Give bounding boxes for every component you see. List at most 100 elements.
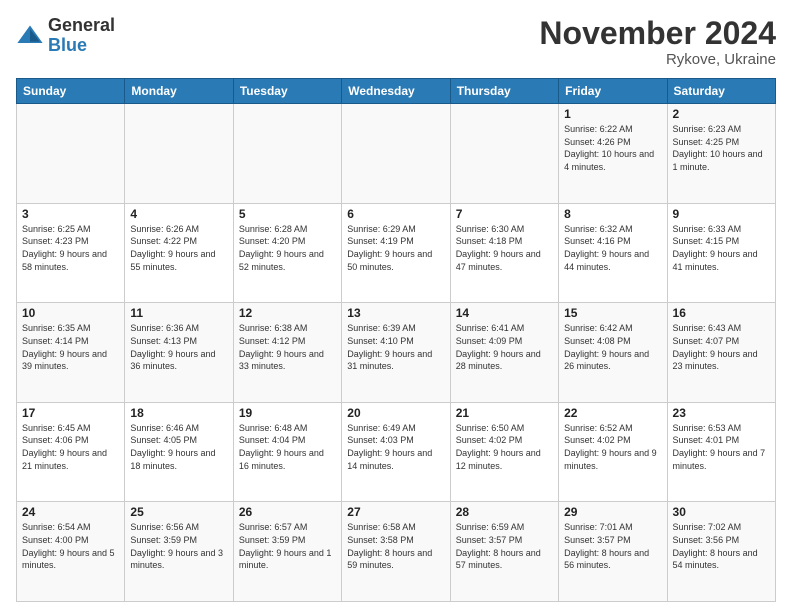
day-cell: 16 Sunrise: 6:43 AMSunset: 4:07 PMDayligh… (667, 303, 775, 403)
day-info: Sunrise: 6:32 AMSunset: 4:16 PMDaylight:… (564, 223, 661, 273)
day-number: 16 (673, 306, 770, 320)
day-info: Sunrise: 6:33 AMSunset: 4:15 PMDaylight:… (673, 223, 770, 273)
day-info: Sunrise: 6:38 AMSunset: 4:12 PMDaylight:… (239, 322, 336, 372)
day-number: 25 (130, 505, 227, 519)
day-number: 17 (22, 406, 119, 420)
day-info: Sunrise: 6:30 AMSunset: 4:18 PMDaylight:… (456, 223, 553, 273)
weekday-header-tuesday: Tuesday (233, 79, 341, 104)
day-cell: 15 Sunrise: 6:42 AMSunset: 4:08 PMDayligh… (559, 303, 667, 403)
day-info: Sunrise: 6:53 AMSunset: 4:01 PMDaylight:… (673, 422, 770, 472)
week-row-4: 17 Sunrise: 6:45 AMSunset: 4:06 PMDayligh… (17, 402, 776, 502)
day-info: Sunrise: 6:45 AMSunset: 4:06 PMDaylight:… (22, 422, 119, 472)
weekday-header-thursday: Thursday (450, 79, 558, 104)
week-row-5: 24 Sunrise: 6:54 AMSunset: 4:00 PMDayligh… (17, 502, 776, 602)
day-info: Sunrise: 6:26 AMSunset: 4:22 PMDaylight:… (130, 223, 227, 273)
page: General Blue November 2024 Rykove, Ukrai… (0, 0, 792, 612)
week-row-1: 1Sunrise: 6:22 AMSunset: 4:26 PMDaylight… (17, 104, 776, 204)
day-info: Sunrise: 7:02 AMSunset: 3:56 PMDaylight:… (673, 521, 770, 571)
day-info: Sunrise: 6:43 AMSunset: 4:07 PMDaylight:… (673, 322, 770, 372)
logo-general-text: General (48, 16, 115, 36)
day-info: Sunrise: 6:58 AMSunset: 3:58 PMDaylight:… (347, 521, 444, 571)
day-number: 5 (239, 207, 336, 221)
day-info: Sunrise: 6:41 AMSunset: 4:09 PMDaylight:… (456, 322, 553, 372)
day-cell: 26Sunrise: 6:57 AMSunset: 3:59 PMDayligh… (233, 502, 341, 602)
day-info: Sunrise: 6:48 AMSunset: 4:04 PMDaylight:… (239, 422, 336, 472)
day-cell: 4Sunrise: 6:26 AMSunset: 4:22 PMDaylight… (125, 203, 233, 303)
day-cell: 6 Sunrise: 6:29 AMSunset: 4:19 PMDaylight… (342, 203, 450, 303)
day-cell (17, 104, 125, 204)
day-number: 7 (456, 207, 553, 221)
day-cell (125, 104, 233, 204)
logo-icon (16, 22, 44, 50)
day-cell: 21Sunrise: 6:50 AMSunset: 4:02 PMDayligh… (450, 402, 558, 502)
week-row-2: 3Sunrise: 6:25 AMSunset: 4:23 PMDaylight… (17, 203, 776, 303)
day-cell: 11Sunrise: 6:36 AMSunset: 4:13 PMDayligh… (125, 303, 233, 403)
day-info: Sunrise: 6:28 AMSunset: 4:20 PMDaylight:… (239, 223, 336, 273)
day-number: 18 (130, 406, 227, 420)
day-number: 27 (347, 505, 444, 519)
day-number: 21 (456, 406, 553, 420)
day-cell (342, 104, 450, 204)
day-cell: 28Sunrise: 6:59 AMSunset: 3:57 PMDayligh… (450, 502, 558, 602)
day-cell: 9 Sunrise: 6:33 AMSunset: 4:15 PMDaylight… (667, 203, 775, 303)
day-number: 2 (673, 107, 770, 121)
day-number: 13 (347, 306, 444, 320)
day-number: 20 (347, 406, 444, 420)
day-cell: 14 Sunrise: 6:41 AMSunset: 4:09 PMDayligh… (450, 303, 558, 403)
day-number: 24 (22, 505, 119, 519)
weekday-header-monday: Monday (125, 79, 233, 104)
weekday-header-row: SundayMondayTuesdayWednesdayThursdayFrid… (17, 79, 776, 104)
day-cell: 13Sunrise: 6:39 AMSunset: 4:10 PMDayligh… (342, 303, 450, 403)
day-cell: 3Sunrise: 6:25 AMSunset: 4:23 PMDaylight… (17, 203, 125, 303)
day-number: 19 (239, 406, 336, 420)
day-number: 15 (564, 306, 661, 320)
day-cell (450, 104, 558, 204)
day-info: Sunrise: 6:29 AMSunset: 4:19 PMDaylight:… (347, 223, 444, 273)
day-cell: 1Sunrise: 6:22 AMSunset: 4:26 PMDaylight… (559, 104, 667, 204)
day-cell: 25 Sunrise: 6:56 AMSunset: 3:59 PMDayligh… (125, 502, 233, 602)
location: Rykove, Ukraine (539, 51, 776, 68)
day-cell: 8Sunrise: 6:32 AMSunset: 4:16 PMDaylight… (559, 203, 667, 303)
title-block: November 2024 Rykove, Ukraine (539, 16, 776, 68)
day-info: Sunrise: 6:49 AMSunset: 4:03 PMDaylight:… (347, 422, 444, 472)
day-info: Sunrise: 6:56 AMSunset: 3:59 PMDaylight:… (130, 521, 227, 571)
day-cell: 30Sunrise: 7:02 AMSunset: 3:56 PMDayligh… (667, 502, 775, 602)
day-cell: 5 Sunrise: 6:28 AMSunset: 4:20 PMDaylight… (233, 203, 341, 303)
day-info: Sunrise: 6:54 AMSunset: 4:00 PMDaylight:… (22, 521, 119, 571)
day-cell: 27 Sunrise: 6:58 AMSunset: 3:58 PMDayligh… (342, 502, 450, 602)
day-number: 6 (347, 207, 444, 221)
day-number: 9 (673, 207, 770, 221)
day-number: 10 (22, 306, 119, 320)
day-number: 29 (564, 505, 661, 519)
logo: General Blue (16, 16, 115, 56)
day-cell: 19 Sunrise: 6:48 AMSunset: 4:04 PMDayligh… (233, 402, 341, 502)
weekday-header-saturday: Saturday (667, 79, 775, 104)
day-info: Sunrise: 6:46 AMSunset: 4:05 PMDaylight:… (130, 422, 227, 472)
day-info: Sunrise: 6:35 AMSunset: 4:14 PMDaylight:… (22, 322, 119, 372)
day-cell: 2 Sunrise: 6:23 AMSunset: 4:25 PMDaylight… (667, 104, 775, 204)
calendar-table: SundayMondayTuesdayWednesdayThursdayFrid… (16, 78, 776, 602)
day-cell: 17 Sunrise: 6:45 AMSunset: 4:06 PMDayligh… (17, 402, 125, 502)
day-info: Sunrise: 6:22 AMSunset: 4:26 PMDaylight:… (564, 123, 661, 173)
logo-text: General Blue (48, 16, 115, 56)
day-info: Sunrise: 6:42 AMSunset: 4:08 PMDaylight:… (564, 322, 661, 372)
day-cell: 24 Sunrise: 6:54 AMSunset: 4:00 PMDayligh… (17, 502, 125, 602)
day-number: 14 (456, 306, 553, 320)
day-cell: 23Sunrise: 6:53 AMSunset: 4:01 PMDayligh… (667, 402, 775, 502)
header: General Blue November 2024 Rykove, Ukrai… (16, 16, 776, 68)
day-info: Sunrise: 6:52 AMSunset: 4:02 PMDaylight:… (564, 422, 661, 472)
weekday-header-wednesday: Wednesday (342, 79, 450, 104)
day-info: Sunrise: 6:23 AMSunset: 4:25 PMDaylight:… (673, 123, 770, 173)
month-title: November 2024 (539, 16, 776, 51)
day-number: 11 (130, 306, 227, 320)
day-cell (233, 104, 341, 204)
day-number: 12 (239, 306, 336, 320)
day-cell: 29Sunrise: 7:01 AMSunset: 3:57 PMDayligh… (559, 502, 667, 602)
day-info: Sunrise: 6:57 AMSunset: 3:59 PMDaylight:… (239, 521, 336, 571)
day-number: 3 (22, 207, 119, 221)
day-number: 28 (456, 505, 553, 519)
day-number: 22 (564, 406, 661, 420)
day-cell: 22 Sunrise: 6:52 AMSunset: 4:02 PMDayligh… (559, 402, 667, 502)
day-cell: 12 Sunrise: 6:38 AMSunset: 4:12 PMDayligh… (233, 303, 341, 403)
logo-blue-text: Blue (48, 36, 115, 56)
